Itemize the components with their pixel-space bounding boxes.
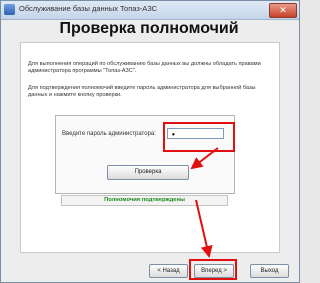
arrow-to-check-button — [190, 147, 219, 170]
arrow-to-next-button — [195, 199, 213, 258]
annotation-arrows — [190, 147, 219, 258]
